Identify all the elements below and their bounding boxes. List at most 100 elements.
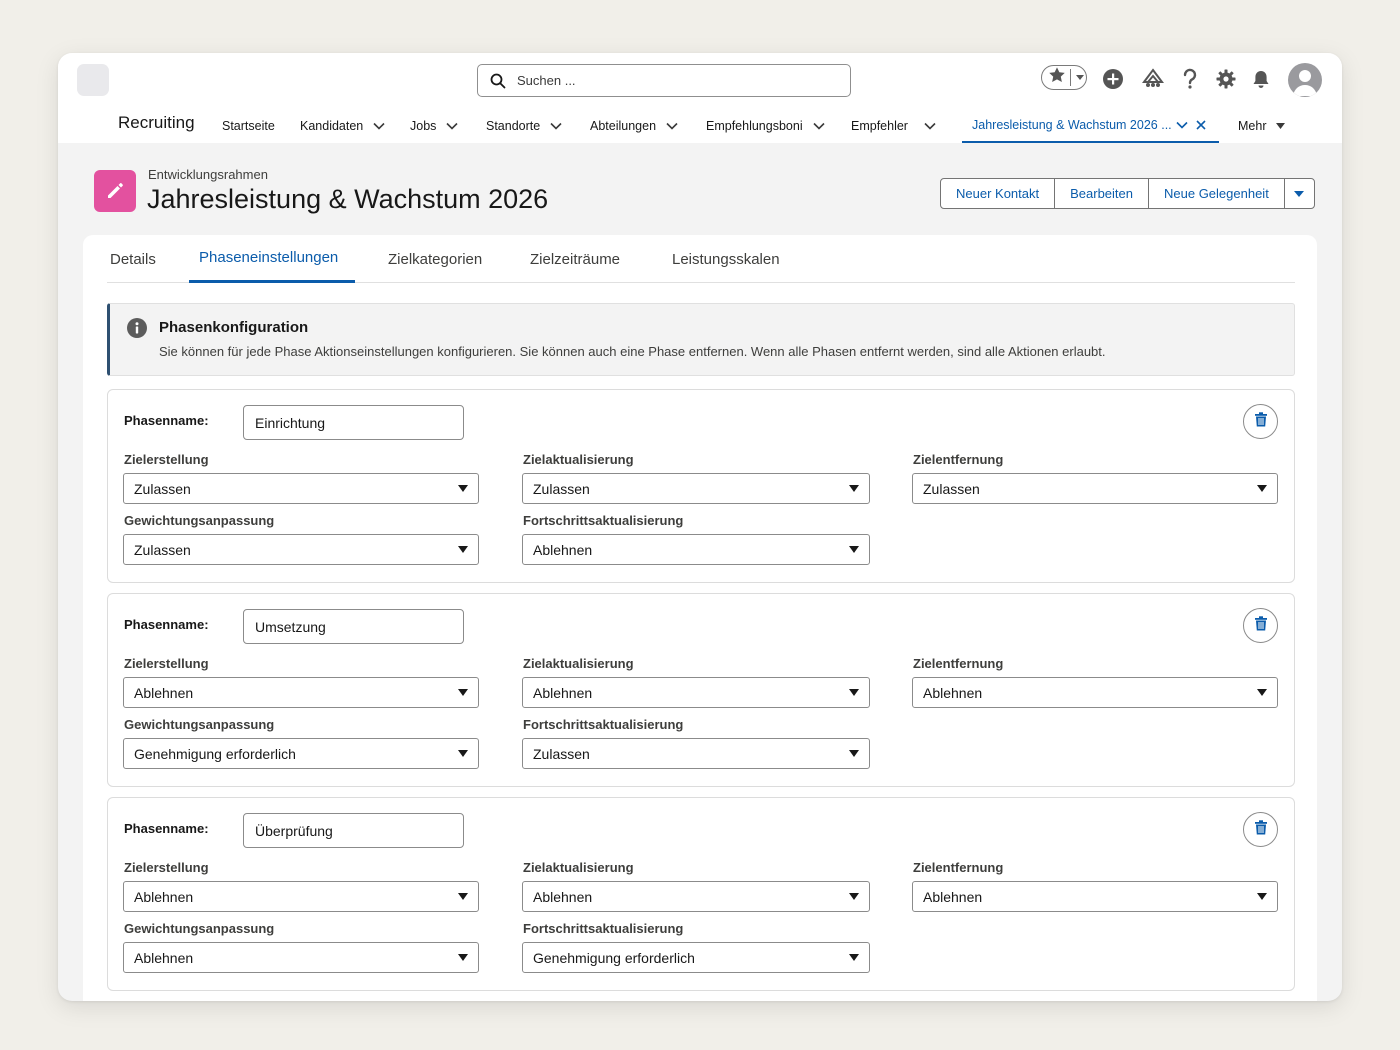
favorites-button[interactable] xyxy=(1041,65,1087,90)
select-value: Ablehnen xyxy=(134,888,194,905)
global-header: Recruiting Startseite Kandidaten Jobs St… xyxy=(58,53,1342,143)
goal-creation-select[interactable]: Ablehnen xyxy=(123,881,479,912)
page-title: Jahresleistung & Wachstum 2026 xyxy=(147,184,549,214)
tab-zielkategorien[interactable]: Zielkategorien xyxy=(385,235,485,283)
nav-item-abteilungen[interactable]: Abteilungen xyxy=(590,109,678,143)
phase-card: Phasenname: Zielerstellung Zielaktualisi… xyxy=(107,389,1295,583)
phase-name-input[interactable] xyxy=(243,813,464,848)
weight-adjustment-select[interactable]: Ablehnen xyxy=(123,942,479,973)
goal-update-label: Zielaktualisierung xyxy=(523,656,634,671)
nav-item-standorte[interactable]: Standorte xyxy=(486,109,562,143)
goal-update-select[interactable]: Ablehnen xyxy=(522,677,870,708)
new-opportunity-button[interactable]: Neue Gelegenheit xyxy=(1148,178,1285,209)
chevron-down-icon[interactable] xyxy=(550,122,562,130)
caret-down-icon[interactable] xyxy=(1276,122,1286,130)
dropdown-arrow-icon xyxy=(849,689,859,696)
edit-record-icon xyxy=(94,170,136,212)
select-value: Ablehnen xyxy=(134,949,194,966)
tab-zielzeitraeume[interactable]: Zielzeiträume xyxy=(527,235,623,283)
edit-button[interactable]: Bearbeiten xyxy=(1054,178,1149,209)
close-tab-icon[interactable] xyxy=(1196,120,1206,130)
dropdown-arrow-icon xyxy=(458,750,468,757)
chevron-down-icon[interactable] xyxy=(1176,121,1188,129)
weight-adjustment-label: Gewichtungsanpassung xyxy=(124,513,275,528)
delete-phase-button[interactable] xyxy=(1243,608,1278,643)
record-type: Entwicklungsrahmen xyxy=(148,167,268,182)
trailhead-icon[interactable] xyxy=(1141,65,1165,93)
progress-update-select[interactable]: Ablehnen xyxy=(522,534,870,565)
chevron-down-icon[interactable] xyxy=(924,122,936,130)
goal-update-select[interactable]: Ablehnen xyxy=(522,881,870,912)
goal-creation-select[interactable]: Ablehnen xyxy=(123,677,479,708)
nav-item-jobs[interactable]: Jobs xyxy=(410,109,458,143)
notifications-bell-icon[interactable] xyxy=(1250,65,1272,93)
nav-item-mehr[interactable]: Mehr xyxy=(1238,109,1286,143)
nav-item-kandidaten[interactable]: Kandidaten xyxy=(300,109,385,143)
phase-name-input[interactable] xyxy=(243,405,464,440)
goal-creation-label: Zielerstellung xyxy=(124,860,209,875)
tab-details[interactable]: Details xyxy=(107,235,159,283)
settings-gear-icon[interactable] xyxy=(1215,65,1237,93)
delete-phase-button[interactable] xyxy=(1243,404,1278,439)
progress-update-select[interactable]: Zulassen xyxy=(522,738,870,769)
global-add-icon[interactable] xyxy=(1101,65,1125,93)
help-icon[interactable] xyxy=(1179,65,1201,93)
chevron-down-icon[interactable] xyxy=(446,122,458,130)
nav-item-empfehler[interactable]: Empfehler xyxy=(851,109,936,143)
record-actions: Neuer Kontakt Bearbeiten Neue Gelegenhei… xyxy=(940,178,1315,209)
tab-phaseneinstellungen[interactable]: Phaseneinstellungen xyxy=(189,235,355,283)
nav-label: Jahresleistung & Wachstum 2026 ... xyxy=(972,118,1172,132)
favorites-menu-icon[interactable] xyxy=(1075,69,1085,87)
new-contact-button[interactable]: Neuer Kontakt xyxy=(940,178,1056,209)
goal-creation-label: Zielerstellung xyxy=(124,656,209,671)
progress-update-label: Fortschrittsaktualisierung xyxy=(523,921,684,936)
select-value: Zulassen xyxy=(134,480,191,497)
info-title: Phasenkonfiguration xyxy=(159,319,309,336)
weight-adjustment-label: Gewichtungsanpassung xyxy=(124,921,275,936)
chevron-down-icon[interactable] xyxy=(813,122,825,130)
phase-name-input[interactable] xyxy=(243,609,464,644)
nav-label: Jobs xyxy=(410,119,437,133)
nav-label: Startseite xyxy=(222,119,275,133)
goal-creation-select[interactable]: Zulassen xyxy=(123,473,479,504)
progress-update-select[interactable]: Genehmigung erforderlich xyxy=(522,942,870,973)
phase-card: Phasenname: Zielerstellung Zielaktualisi… xyxy=(107,593,1295,787)
app-window: Recruiting Startseite Kandidaten Jobs St… xyxy=(58,53,1342,1001)
dropdown-arrow-icon xyxy=(849,954,859,961)
progress-update-label: Fortschrittsaktualisierung xyxy=(523,717,684,732)
goal-creation-label: Zielerstellung xyxy=(124,452,209,467)
nav-item-empfehlungsboni[interactable]: Empfehlungsboni xyxy=(706,109,825,143)
nav-item-startseite[interactable]: Startseite xyxy=(222,109,275,143)
phase-name-label: Phasenname: xyxy=(124,821,209,836)
delete-phase-button[interactable] xyxy=(1243,812,1278,847)
weight-adjustment-select[interactable]: Zulassen xyxy=(123,534,479,565)
select-value: Ablehnen xyxy=(923,684,983,701)
tab-leistungsskalen[interactable]: Leistungsskalen xyxy=(669,235,783,283)
dropdown-arrow-icon xyxy=(849,485,859,492)
search-icon xyxy=(490,72,508,90)
more-actions-button[interactable] xyxy=(1283,178,1315,209)
goal-update-label: Zielaktualisierung xyxy=(523,452,634,467)
dropdown-arrow-icon xyxy=(1257,893,1267,900)
select-value: Ablehnen xyxy=(533,888,593,905)
dropdown-arrow-icon xyxy=(458,485,468,492)
dropdown-arrow-icon xyxy=(1257,689,1267,696)
goal-removal-select[interactable]: Ablehnen xyxy=(912,881,1278,912)
record-content-card: Details Phaseneinstellungen Zielkategori… xyxy=(83,235,1317,1001)
org-logo[interactable] xyxy=(77,64,109,96)
goal-update-select[interactable]: Zulassen xyxy=(522,473,870,504)
select-value: Zulassen xyxy=(134,541,191,558)
chevron-down-icon[interactable] xyxy=(373,122,385,130)
select-value: Ablehnen xyxy=(134,684,194,701)
goal-removal-select[interactable]: Ablehnen xyxy=(912,677,1278,708)
global-search[interactable] xyxy=(477,64,851,97)
dropdown-arrow-icon xyxy=(458,954,468,961)
dropdown-arrow-icon xyxy=(849,893,859,900)
nav-item-active-record-tab[interactable]: Jahresleistung & Wachstum 2026 ... xyxy=(962,109,1219,143)
dropdown-arrow-icon xyxy=(458,893,468,900)
weight-adjustment-select[interactable]: Genehmigung erforderlich xyxy=(123,738,479,769)
user-avatar[interactable] xyxy=(1288,63,1322,97)
chevron-down-icon[interactable] xyxy=(666,122,678,130)
search-input[interactable] xyxy=(517,73,817,88)
goal-removal-select[interactable]: Zulassen xyxy=(912,473,1278,504)
